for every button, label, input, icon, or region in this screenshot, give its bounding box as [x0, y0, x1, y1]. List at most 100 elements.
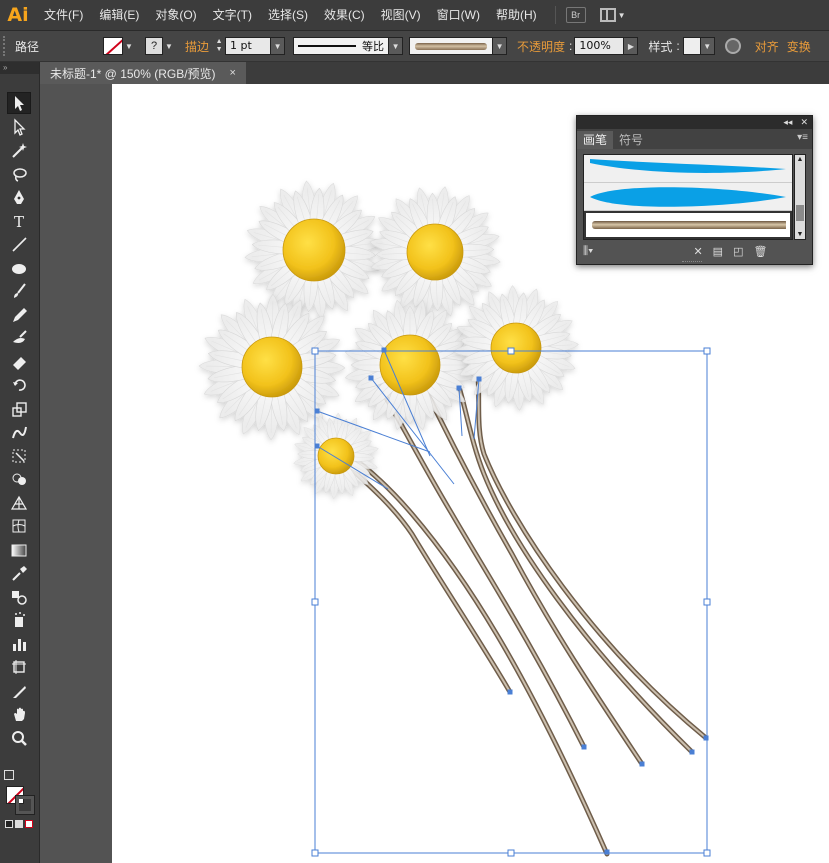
transform-handle[interactable] — [311, 347, 319, 355]
tab-brushes[interactable]: 画笔 — [577, 131, 614, 149]
brush-libraries-icon[interactable]: ⫼▾ — [583, 245, 593, 258]
delete-brush-icon[interactable]: 🗑 — [753, 245, 767, 258]
stroke-swatch[interactable]: ? — [145, 37, 164, 55]
anchor-point[interactable] — [639, 761, 645, 767]
menu-help[interactable]: 帮助(H) — [488, 0, 545, 31]
stroke-weight-field[interactable]: 1 pt — [225, 37, 272, 55]
transform-handle[interactable] — [703, 347, 711, 355]
gradient-tool[interactable] — [7, 539, 31, 561]
stem[interactable] — [335, 454, 513, 695]
anchor-point[interactable] — [476, 376, 482, 382]
menu-type[interactable]: 文字(T) — [205, 0, 260, 31]
opacity-link[interactable]: 不透明度 — [513, 38, 569, 55]
graphic-style-swatch[interactable] — [682, 37, 701, 55]
anchor-point[interactable] — [456, 385, 462, 391]
scale-tool[interactable] — [7, 398, 31, 420]
arrange-documents-button[interactable]: ▼ — [599, 8, 626, 22]
daisy-center[interactable] — [343, 298, 477, 432]
lasso-tool[interactable] — [7, 163, 31, 185]
brush-options-icon[interactable]: ▤ — [713, 245, 723, 258]
eraser-tool[interactable] — [7, 351, 31, 373]
anchor-point[interactable] — [381, 347, 387, 353]
selection-bounding-box[interactable] — [311, 347, 711, 857]
brush-definition[interactable] — [409, 37, 494, 55]
tools-panel-header[interactable]: » — [0, 62, 39, 74]
stroke-weight-stepper[interactable]: ▲ ▼ — [213, 37, 225, 55]
blend-tool[interactable] — [7, 586, 31, 608]
close-icon[interactable]: × — [230, 67, 236, 79]
hand-tool[interactable] — [7, 703, 31, 725]
magic-wand-tool[interactable] — [7, 139, 31, 161]
line-tool[interactable] — [7, 233, 31, 255]
blob-brush-tool[interactable] — [7, 327, 31, 349]
selection-tool[interactable] — [7, 92, 31, 114]
brush-list-scrollbar[interactable]: ▲ ▼ — [794, 154, 806, 240]
anchor-point[interactable] — [507, 689, 513, 695]
warp-tool[interactable] — [7, 421, 31, 443]
transform-handle[interactable] — [703, 849, 711, 857]
close-panel-icon[interactable]: ✕ — [800, 117, 808, 128]
ellipse-tool[interactable] — [7, 257, 31, 279]
anchor-point[interactable] — [368, 375, 374, 381]
panel-menu-icon[interactable]: ▾≡ — [797, 132, 808, 143]
anchor-point[interactable] — [314, 443, 320, 449]
menu-file[interactable]: 文件(F) — [36, 0, 91, 31]
brush-item-blue-leaf[interactable] — [584, 183, 792, 211]
eyedropper-tool[interactable] — [7, 562, 31, 584]
shape-builder-tool[interactable] — [7, 468, 31, 490]
menu-view[interactable]: 视图(V) — [373, 0, 429, 31]
mesh-tool[interactable] — [7, 515, 31, 537]
daisy-top-left[interactable] — [243, 179, 385, 321]
brush-definition-dropdown[interactable]: ▼ — [493, 37, 508, 55]
perspective-grid-tool[interactable] — [7, 492, 31, 514]
stroke-weight-dropdown[interactable]: ▼ — [271, 37, 286, 55]
profile-dropdown[interactable]: ▼ — [389, 37, 404, 55]
pencil-tool[interactable] — [7, 304, 31, 326]
anchor-point[interactable] — [604, 849, 610, 855]
direct-selection-tool[interactable] — [7, 116, 31, 138]
align-link[interactable]: 对齐 — [751, 38, 783, 55]
paintbrush-tool[interactable] — [7, 280, 31, 302]
transform-handle[interactable] — [507, 347, 515, 355]
pen-tool[interactable] — [7, 186, 31, 208]
transform-handle[interactable] — [311, 598, 319, 606]
tab-symbols[interactable]: 符号 — [613, 131, 649, 149]
anchor-point[interactable] — [314, 408, 320, 414]
menu-object[interactable]: 对象(O) — [147, 0, 204, 31]
anchor-point[interactable] — [581, 744, 587, 750]
fill-dropdown-icon[interactable]: ▼ — [123, 37, 135, 55]
brush-item-blue-taper[interactable] — [584, 155, 792, 183]
collapse-panel-icon[interactable]: ◂◂ — [783, 117, 792, 128]
variable-width-profile[interactable]: 等比 — [293, 37, 390, 55]
panel-titlebar[interactable]: ◂◂ ✕ — [577, 116, 812, 129]
artboard-tool[interactable] — [7, 656, 31, 678]
panel-grip[interactable] — [3, 36, 11, 56]
daisy-middle-left[interactable] — [198, 293, 346, 441]
flower-stems[interactable] — [319, 371, 709, 857]
transform-handle[interactable] — [311, 849, 319, 857]
fill-swatch[interactable] — [103, 37, 124, 55]
bounding-box-frame[interactable] — [314, 350, 708, 854]
stroke-color-swatch[interactable] — [15, 795, 35, 815]
anchor-point[interactable] — [703, 735, 709, 741]
transform-handle[interactable] — [703, 598, 711, 606]
default-colors-icon[interactable] — [4, 770, 14, 780]
daisy-top-right[interactable] — [368, 185, 502, 319]
scroll-up-icon[interactable]: ▲ — [795, 156, 805, 163]
brush-item-stem[interactable] — [584, 211, 792, 239]
rotate-tool[interactable] — [7, 374, 31, 396]
daisy-bouquet[interactable] — [198, 179, 580, 500]
zoom-tool[interactable] — [7, 727, 31, 749]
opacity-dropdown[interactable]: ▶ — [624, 37, 639, 55]
column-graph-tool[interactable] — [7, 633, 31, 655]
opacity-field[interactable]: 100% — [574, 37, 625, 55]
new-brush-icon[interactable]: ◰ — [733, 245, 743, 258]
symbol-sprayer-tool[interactable] — [7, 609, 31, 631]
menu-edit[interactable]: 编辑(E) — [91, 0, 147, 31]
panel-resize-grip[interactable] — [682, 261, 702, 263]
remove-stroke-icon[interactable]: ✕ — [693, 245, 702, 258]
document-tab[interactable]: 未标题-1* @ 150% (RGB/预览) × — [40, 62, 246, 84]
free-transform-tool[interactable] — [7, 445, 31, 467]
graphic-style-dropdown[interactable]: ▼ — [700, 37, 715, 55]
slice-tool[interactable] — [7, 680, 31, 702]
